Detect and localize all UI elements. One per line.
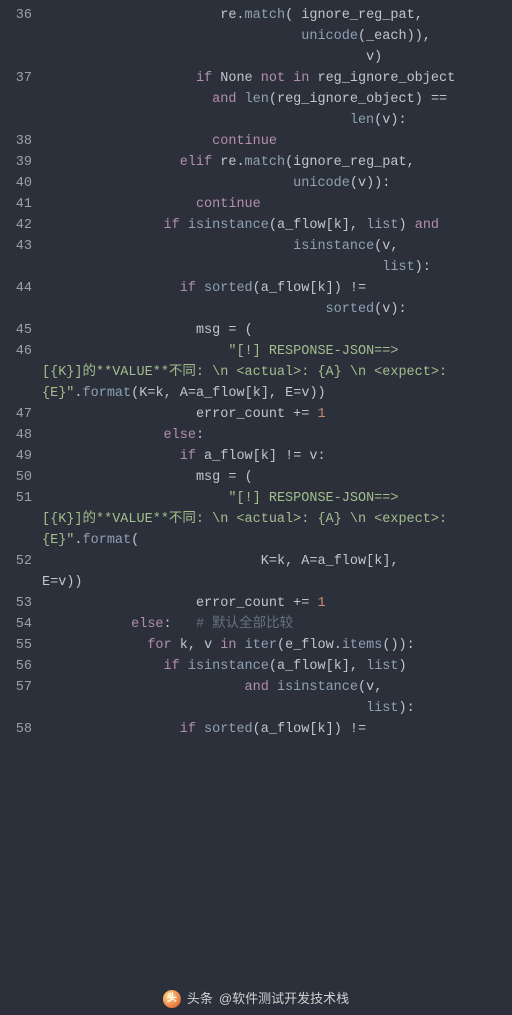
line-number: 55 [0,636,32,657]
line-number: 56 [0,657,32,678]
code-line[interactable]: E=v)) [42,573,512,594]
watermark: 头 头条 @软件测试开发技术栈 [163,989,349,1009]
watermark-logo-icon: 头 [163,990,181,1008]
code-line[interactable]: continue [42,195,512,216]
line-number: 58 [0,720,32,741]
code-line[interactable]: error_count += 1 [42,594,512,615]
code-line[interactable]: continue [42,132,512,153]
code-line[interactable]: isinstance(v, [42,237,512,258]
code-line[interactable]: unicode(_each)), [42,27,512,48]
code-line[interactable]: unicode(v)): [42,174,512,195]
line-number: 52 [0,552,32,573]
code-line[interactable]: if isinstance(a_flow[k], list) and [42,216,512,237]
code-line[interactable]: v) [42,48,512,69]
code-line[interactable]: elif re.match(ignore_reg_pat, [42,153,512,174]
code-line[interactable]: for k, v in iter(e_flow.items()): [42,636,512,657]
code-editor[interactable]: 36 37 383940414243 44 4546 4748495051 52 535455… [0,0,512,1015]
code-line[interactable]: msg = ( [42,321,512,342]
line-number: 36 [0,6,32,27]
line-number [0,699,32,720]
line-number: 38 [0,132,32,153]
code-line[interactable]: else: # 默认全部比较 [42,615,512,636]
watermark-prefix: 头条 [187,989,213,1009]
code-line[interactable]: "[!] RESPONSE-JSON==> [42,342,512,363]
line-number [0,258,32,279]
line-number [0,363,32,384]
line-number: 40 [0,174,32,195]
line-number: 43 [0,237,32,258]
line-number [0,300,32,321]
line-number [0,27,32,48]
line-number: 48 [0,426,32,447]
code-line[interactable]: if sorted(a_flow[k]) != [42,720,512,741]
line-number: 54 [0,615,32,636]
code-line[interactable]: "[!] RESPONSE-JSON==> [42,489,512,510]
code-line[interactable]: error_count += 1 [42,405,512,426]
line-number-gutter: 36 37 383940414243 44 4546 4748495051 52 535455… [0,0,42,1015]
code-content[interactable]: re.match( ignore_reg_pat, unicode(_each)… [42,0,512,1015]
code-line[interactable]: if None not in reg_ignore_object [42,69,512,90]
line-number [0,90,32,111]
code-line[interactable]: msg = ( [42,468,512,489]
line-number: 53 [0,594,32,615]
code-line[interactable]: and len(reg_ignore_object) == [42,90,512,111]
code-line[interactable]: and isinstance(v, [42,678,512,699]
line-number [0,573,32,594]
code-line[interactable]: len(v): [42,111,512,132]
line-number: 46 [0,342,32,363]
line-number [0,531,32,552]
line-number [0,48,32,69]
line-number [0,510,32,531]
line-number: 51 [0,489,32,510]
line-number: 49 [0,447,32,468]
line-number [0,111,32,132]
code-line[interactable]: else: [42,426,512,447]
line-number: 41 [0,195,32,216]
line-number: 42 [0,216,32,237]
watermark-handle: @软件测试开发技术栈 [219,989,349,1009]
line-number: 50 [0,468,32,489]
line-number: 37 [0,69,32,90]
code-line[interactable]: {E}".format(K=k, A=a_flow[k], E=v)) [42,384,512,405]
line-number: 45 [0,321,32,342]
code-line[interactable]: re.match( ignore_reg_pat, [42,6,512,27]
code-line[interactable]: [{K}]的**VALUE**不同: \n <actual>: {A} \n <… [42,363,512,384]
code-line[interactable]: if isinstance(a_flow[k], list) [42,657,512,678]
code-line[interactable]: [{K}]的**VALUE**不同: \n <actual>: {A} \n <… [42,510,512,531]
line-number: 39 [0,153,32,174]
code-line[interactable]: if sorted(a_flow[k]) != [42,279,512,300]
line-number: 44 [0,279,32,300]
code-line[interactable]: {E}".format( [42,531,512,552]
line-number: 57 [0,678,32,699]
line-number: 47 [0,405,32,426]
code-line[interactable]: K=k, A=a_flow[k], [42,552,512,573]
code-line[interactable]: list): [42,258,512,279]
code-line[interactable]: list): [42,699,512,720]
code-line[interactable]: sorted(v): [42,300,512,321]
code-line[interactable]: if a_flow[k] != v: [42,447,512,468]
line-number [0,384,32,405]
